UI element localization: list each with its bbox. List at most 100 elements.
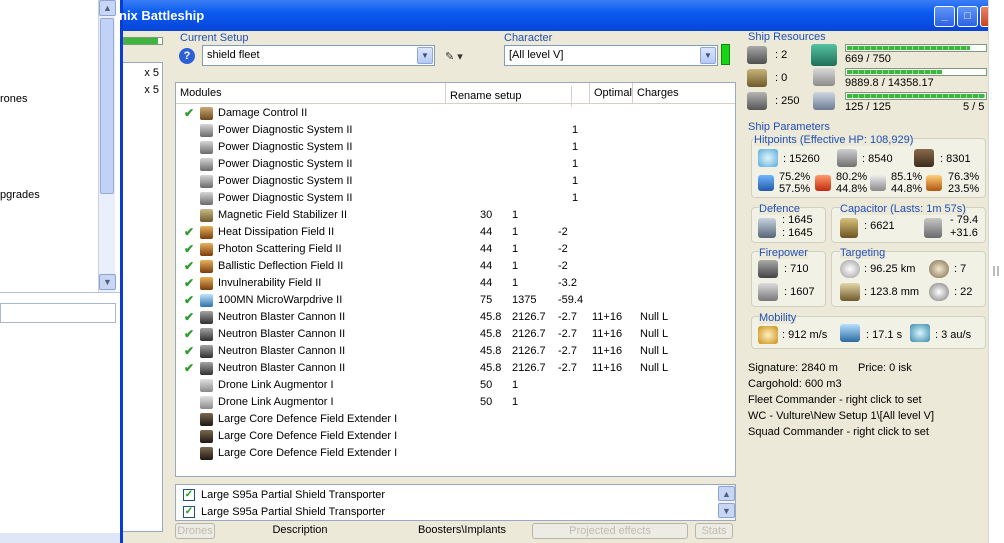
thermal-armor-resist: 44.8% (836, 183, 868, 195)
tab-projected-effects[interactable]: Projected effects (532, 523, 688, 539)
partial-progress-bar (123, 37, 163, 45)
scroll-up-arrow-icon[interactable]: ▲ (718, 486, 735, 501)
module-charge: Null L (640, 328, 669, 340)
rename-setup-button[interactable]: Rename setup (446, 86, 572, 107)
active-check-icon[interactable]: ✔ (184, 242, 194, 256)
character-select[interactable]: [All level V] ▼ (504, 45, 718, 66)
module-row[interactable]: Power Diagnostic System II 1 (176, 139, 735, 156)
column-blank[interactable] (572, 83, 590, 104)
module-powergrid: 1 (512, 226, 519, 238)
background-input[interactable] (0, 303, 116, 323)
module-optimal: 11+16 (592, 362, 623, 374)
projected-scrollbar[interactable]: ▲ ▼ (718, 485, 735, 520)
module-row[interactable]: Power Diagnostic System II 1 (176, 190, 735, 207)
module-row[interactable]: Drone Link Augmentor I 50 1 (176, 394, 735, 411)
module-row[interactable]: Drone Link Augmentor I 50 1 (176, 377, 735, 394)
capacitor-label: Capacitor (Lasts: 1m 57s) (840, 203, 966, 215)
module-name: Invulnerability Field II (218, 277, 322, 289)
active-check-icon[interactable]: ✔ (184, 361, 194, 375)
minimize-button[interactable]: _ (934, 6, 955, 27)
module-row[interactable]: ✔ Neutron Blaster Cannon II 45.8 2126.7 -2.7… (176, 360, 735, 377)
module-row[interactable]: Power Diagnostic System II 1 (176, 173, 735, 190)
scroll-down-arrow-icon[interactable]: ▼ (99, 274, 116, 290)
module-row[interactable]: Large Core Defence Field Extender I (176, 428, 735, 445)
scroll-down-arrow-icon[interactable]: ▼ (718, 503, 735, 518)
module-row[interactable]: ✔ Invulnerability Field II 44 1 -3.2 (176, 275, 735, 292)
active-check-icon[interactable]: ✔ (184, 259, 194, 273)
fleet-commander[interactable]: Fleet Commander - right click to set (748, 394, 922, 406)
shield-hardener-icon (200, 277, 213, 290)
projected-effects-list[interactable]: ✓ Large S95a Partial Shield Transporter … (175, 484, 736, 521)
active-check-icon[interactable]: ✔ (184, 327, 194, 341)
module-cpu: 44 (480, 260, 493, 272)
module-optimal: 11+16 (592, 345, 623, 357)
module-row[interactable]: ✔ Damage Control II (176, 105, 735, 122)
help-icon[interactable]: ? (179, 48, 195, 64)
background-scrollbar[interactable]: ▲ ▼ (98, 0, 116, 292)
chevron-down-icon[interactable]: ▼ (700, 47, 716, 64)
wing-commander[interactable]: WC - Vulture\New Setup 1\[All level V] (748, 410, 934, 422)
grip-icon[interactable] (993, 266, 999, 276)
tab-description[interactable]: Description (219, 523, 381, 539)
cpu-value: 669 / 750 (845, 53, 891, 65)
active-check-icon[interactable]: ✔ (184, 310, 194, 324)
tab-boosters-implants[interactable]: Boosters\Implants (387, 523, 537, 539)
active-check-icon[interactable]: ✔ (184, 293, 194, 307)
column-modules[interactable]: Modules (176, 83, 446, 104)
module-row[interactable]: ✔ Neutron Blaster Cannon II 45.8 2126.7 -2.7… (176, 326, 735, 343)
projected-item-label[interactable]: Large S95a Partial Shield Transporter (201, 489, 385, 501)
projected-item-label[interactable]: Large S95a Partial Shield Transporter (201, 506, 385, 518)
drone-link-icon (200, 379, 213, 392)
module-row[interactable]: ✔ Neutron Blaster Cannon II 45.8 2126.7 -2.7… (176, 343, 735, 360)
column-charges[interactable]: Charges (633, 83, 735, 104)
maximize-button[interactable]: □ (957, 6, 978, 27)
background-list-item[interactable]: rones (0, 93, 28, 105)
module-powergrid: 2126.7 (512, 362, 546, 374)
current-setup-label: Current Setup (180, 32, 249, 44)
module-optimal: 11+16 (592, 311, 623, 323)
setup-select[interactable]: shield fleet ▼ (202, 45, 435, 66)
module-row[interactable]: Power Diagnostic System II 1 (176, 156, 735, 173)
chevron-down-icon[interactable]: ▼ (417, 47, 433, 64)
targeting-group: Targeting : 96.25 km : 7 : 123.8 mm : 22 (831, 247, 986, 307)
module-charge: Null L (640, 311, 669, 323)
tab-drones[interactable]: Drones (175, 523, 215, 539)
title-bar[interactable]: nix Battleship _ □ (119, 0, 988, 31)
capacitor-group: Capacitor (Lasts: 1m 57s) : 6621 - 79.4 … (831, 203, 986, 243)
checkbox[interactable]: ✓ (183, 489, 195, 501)
scrollbar-thumb[interactable] (100, 18, 114, 194)
active-check-icon[interactable]: ✔ (184, 225, 194, 239)
module-row[interactable]: Magnetic Field Stabilizer II 30 1 (176, 207, 735, 224)
volley-icon (758, 283, 778, 301)
module-row[interactable]: Large Core Defence Field Extender I (176, 411, 735, 428)
module-row[interactable]: ✔ 100MN MicroWarpdrive II 75 1375 -59.4 (176, 292, 735, 309)
active-check-icon[interactable]: ✔ (184, 344, 194, 358)
active-check-icon[interactable]: ✔ (184, 276, 194, 290)
module-row[interactable]: Power Diagnostic System II 1 (176, 122, 735, 139)
active-check-icon[interactable]: ✔ (184, 106, 194, 120)
module-name: Damage Control II (218, 107, 308, 119)
blaster-icon (200, 328, 213, 341)
explosive-armor-resist: 23.5% (948, 183, 980, 195)
module-row[interactable]: ✔ Ballistic Deflection Field II 44 1 -2 (176, 258, 735, 275)
module-name: Large Core Defence Field Extender I (218, 413, 398, 425)
module-row[interactable]: ✔ Neutron Blaster Cannon II 45.8 2126.7 -2.7… (176, 309, 735, 326)
column-optimal[interactable]: Optimal (590, 83, 633, 104)
module-name: Neutron Blaster Cannon II (218, 362, 346, 374)
module-powergrid: 1 (512, 277, 519, 289)
checkbox[interactable]: ✓ (183, 506, 195, 518)
module-row[interactable]: ✔ Photon Scattering Field II 44 1 -2 (176, 241, 735, 258)
modules-list[interactable]: Modules Rename setup Optimal Charges ✔ Da… (175, 82, 736, 477)
background-list-item[interactable]: pgrades (0, 189, 40, 201)
scroll-up-arrow-icon[interactable]: ▲ (99, 0, 116, 16)
squad-commander[interactable]: Squad Commander - right click to set (748, 426, 929, 438)
module-row[interactable]: Large Core Defence Field Extender I (176, 445, 735, 462)
tools-menu-icon[interactable]: ✎ ▾ (445, 50, 463, 63)
close-button[interactable] (980, 6, 988, 27)
right-edge-scrollbar[interactable] (988, 0, 1004, 543)
launcher-slots: : 0 (775, 72, 788, 84)
tab-stats[interactable]: Stats (695, 523, 733, 539)
shield-hp: : 15260 (783, 153, 820, 165)
background-hscrollbar[interactable] (0, 533, 120, 543)
module-row[interactable]: ✔ Heat Dissipation Field II 44 1 -2 (176, 224, 735, 241)
